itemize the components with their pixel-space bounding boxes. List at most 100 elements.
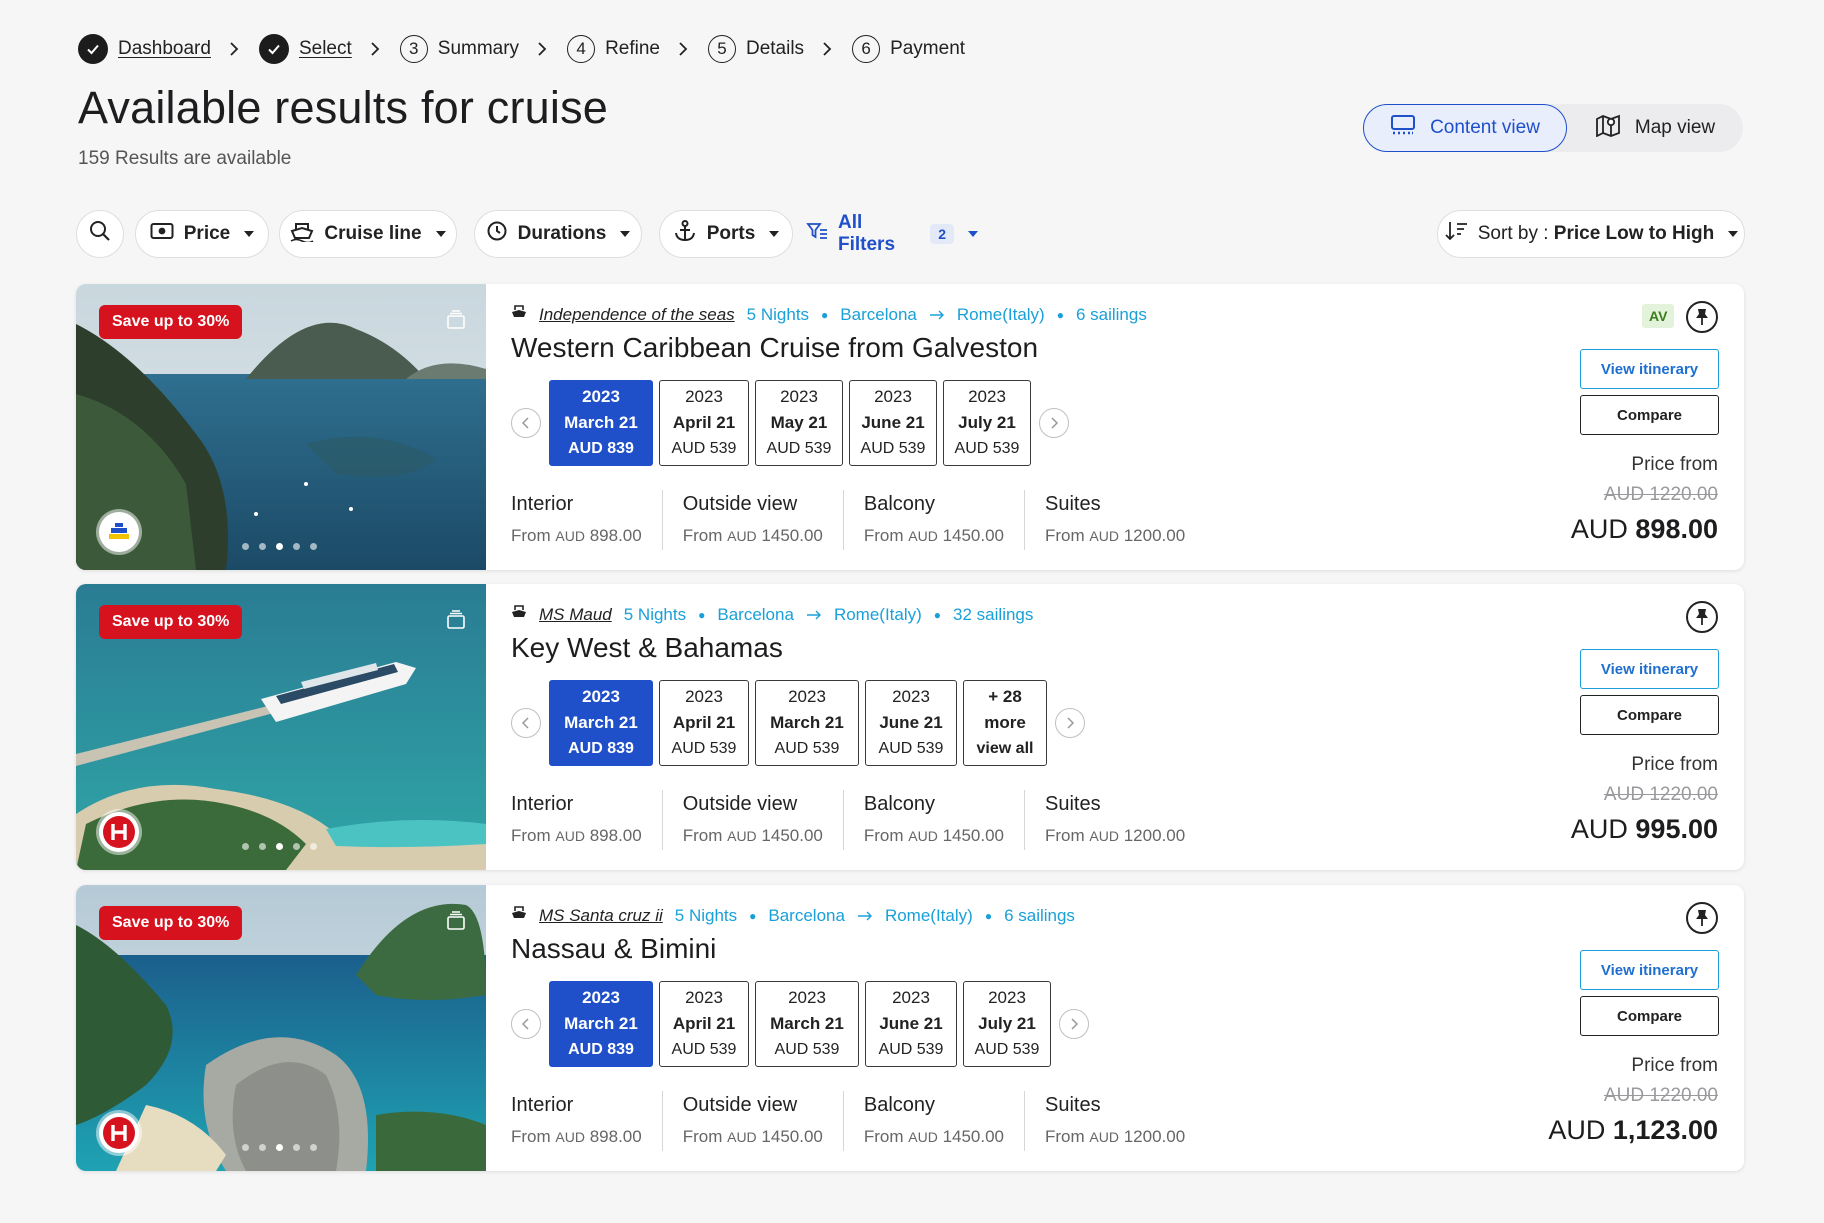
view-itinerary-button[interactable]: View itinerary <box>1580 950 1719 990</box>
date-option[interactable]: 2023 March 21 AUD 839 <box>549 981 653 1067</box>
pin-button[interactable] <box>1686 301 1718 333</box>
map-view-button[interactable]: Map view <box>1567 104 1743 152</box>
breadcrumb-step-details: 5 Details <box>707 35 804 63</box>
arrow-right-icon <box>857 906 873 926</box>
nights: 5 Nights <box>674 905 738 925</box>
gallery-icon[interactable] <box>446 310 466 335</box>
cabin-price: 1450.00 <box>942 1127 1005 1146</box>
date-option[interactable]: 2023 May 21 AUD 539 <box>755 380 843 466</box>
departure-port: Barcelona <box>768 905 845 925</box>
carousel-dot[interactable] <box>310 843 317 850</box>
carousel-dot[interactable] <box>259 843 266 850</box>
arrival-port: Rome(Italy) <box>884 905 973 925</box>
pin-button[interactable] <box>1686 902 1718 934</box>
breadcrumb-label[interactable]: Select <box>299 38 352 60</box>
sailings-count[interactable]: 6 sailings <box>1076 305 1147 325</box>
monitor-icon <box>1390 114 1416 142</box>
next-dates-button[interactable] <box>1059 1009 1089 1039</box>
cruise-photo[interactable]: Save up to 30% <box>76 584 486 870</box>
carousel-dot[interactable] <box>276 1144 283 1151</box>
cabin-price: 1200.00 <box>1123 1127 1186 1146</box>
date-price: AUD 539 <box>671 1041 737 1058</box>
prev-dates-button[interactable] <box>511 708 541 738</box>
compare-button[interactable]: Compare <box>1580 395 1719 435</box>
cabin-suites: Suites From AUD 1200.00 <box>1045 1091 1205 1151</box>
step-number: 4 <box>567 35 596 63</box>
compare-button[interactable]: Compare <box>1580 996 1719 1036</box>
date-option[interactable]: 2023 April 21 AUD 539 <box>659 380 749 466</box>
cruise-photo[interactable]: Save up to 30% <box>76 284 486 570</box>
carousel-dot[interactable] <box>276 543 283 550</box>
cabin-type: Suites <box>1045 1094 1101 1116</box>
search-button[interactable] <box>76 210 124 258</box>
carousel-dot[interactable] <box>242 1144 249 1151</box>
carousel-dot[interactable] <box>242 543 249 550</box>
carousel-dot[interactable] <box>242 843 249 850</box>
prev-dates-button[interactable] <box>511 408 541 438</box>
date-price: AUD 539 <box>774 1041 840 1058</box>
cabin-interior: Interior From AUD 898.00 <box>511 490 663 550</box>
date-option[interactable]: 2023 June 21 AUD 539 <box>849 380 937 466</box>
date-option[interactable]: 2023 June 21 AUD 539 <box>865 680 957 766</box>
cabin-outside-view: Outside view From AUD 1450.00 <box>683 490 844 550</box>
carousel-dot[interactable] <box>310 543 317 550</box>
view-itinerary-button[interactable]: View itinerary <box>1580 349 1719 389</box>
prev-dates-button[interactable] <box>511 1009 541 1039</box>
date-option[interactable]: 2023 April 21 AUD 539 <box>659 981 749 1067</box>
price-filter[interactable]: Price <box>135 210 269 258</box>
pin-button[interactable] <box>1686 601 1718 633</box>
sailings-count[interactable]: 6 sailings <box>1004 906 1075 926</box>
cabin-price: 898.00 <box>589 826 642 845</box>
view-itinerary-button[interactable]: View itinerary <box>1580 649 1719 689</box>
carousel-dot[interactable] <box>276 843 283 850</box>
breadcrumb-step-select[interactable]: Select <box>258 34 352 64</box>
carousel-dot[interactable] <box>310 1144 317 1151</box>
breadcrumb-step-payment: 6 Payment <box>852 35 965 63</box>
ship-icon <box>511 604 527 625</box>
content-view-button[interactable]: Content view <box>1363 104 1567 152</box>
date-option[interactable]: 2023 March 21 AUD 839 <box>549 380 653 466</box>
ship-name[interactable]: Independence of the seas <box>539 305 735 325</box>
ship-name[interactable]: MS Santa cruz ii <box>539 906 663 926</box>
carousel-dots <box>242 543 317 550</box>
step-number: 6 <box>852 35 881 63</box>
next-dates-button[interactable] <box>1039 408 1069 438</box>
cruise-line-filter[interactable]: Cruise line <box>279 210 457 258</box>
view-all-dates[interactable]: + 28 more view all <box>963 680 1047 766</box>
date-day: April 21 <box>672 413 736 432</box>
date-option[interactable]: 2023 March 21 AUD 539 <box>755 680 859 766</box>
carousel-dot[interactable] <box>259 543 266 550</box>
cruise-photo[interactable]: Save up to 30% <box>76 885 486 1171</box>
breadcrumb-label: Payment <box>890 38 966 59</box>
pin-icon <box>1696 609 1708 625</box>
date-option[interactable]: 2023 July 21 AUD 539 <box>963 981 1051 1067</box>
carousel-dot[interactable] <box>259 1144 266 1151</box>
ship-name[interactable]: MS Maud <box>539 605 612 625</box>
date-option[interactable]: 2023 March 21 AUD 839 <box>549 680 653 766</box>
sailings-count[interactable]: 32 sailings <box>953 605 1033 625</box>
carousel-dot[interactable] <box>293 843 300 850</box>
sort-dropdown[interactable]: Sort by : Price Low to High <box>1437 210 1745 258</box>
next-dates-button[interactable] <box>1055 708 1085 738</box>
all-filters-button[interactable]: All Filters 2 <box>806 210 978 258</box>
gallery-icon[interactable] <box>446 911 466 936</box>
from-label: From <box>863 826 904 845</box>
breadcrumb-label[interactable]: Dashboard <box>118 38 211 60</box>
durations-filter[interactable]: Durations <box>474 210 642 258</box>
date-price: AUD 539 <box>766 440 832 457</box>
carousel-dot[interactable] <box>293 543 300 550</box>
breadcrumb-step-dashboard[interactable]: Dashboard <box>78 34 211 64</box>
from-label: From <box>511 826 551 845</box>
ports-filter[interactable]: Ports <box>659 210 793 258</box>
date-option[interactable]: 2023 March 21 AUD 539 <box>755 981 859 1067</box>
date-day: April 21 <box>672 1014 736 1033</box>
date-option[interactable]: 2023 July 21 AUD 539 <box>943 380 1031 466</box>
gallery-icon[interactable] <box>446 610 466 635</box>
date-option[interactable]: 2023 June 21 AUD 539 <box>865 981 957 1067</box>
breadcrumb-step-summary: 3 Summary <box>399 35 519 63</box>
date-option[interactable]: 2023 April 21 AUD 539 <box>659 680 749 766</box>
compare-button[interactable]: Compare <box>1580 695 1719 735</box>
durations-filter-label: Durations <box>517 223 607 244</box>
content-view-label: Content view <box>1430 117 1540 138</box>
carousel-dot[interactable] <box>293 1144 300 1151</box>
